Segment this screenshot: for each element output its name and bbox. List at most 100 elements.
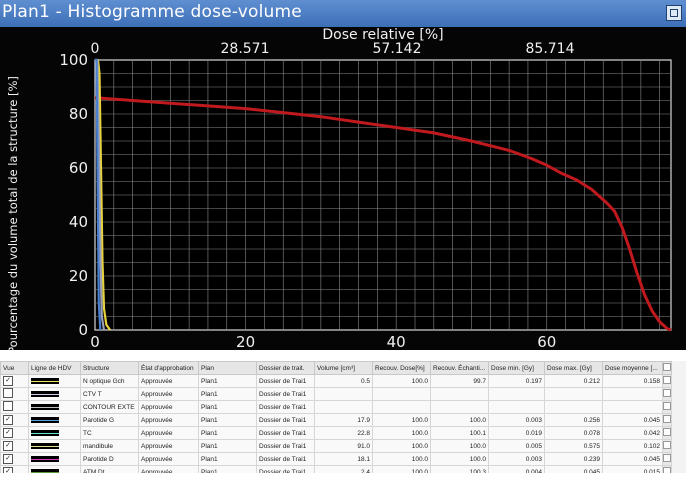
structure-table-panel: Vue Ligne de HDV Structure État d'approbati… (0, 361, 686, 473)
table-row[interactable]: CTV T Approuvée Plan1 Dossier de Trai1 (0, 387, 672, 401)
table-cell: TC (80, 426, 139, 440)
top-axis-tick-label: 0 (91, 41, 100, 57)
y-tick-label: 60 (69, 159, 88, 177)
table-cell: 0.575 (544, 439, 603, 453)
dvh-line-swatch[interactable] (31, 377, 59, 384)
table-scrollbar-cell[interactable] (662, 374, 672, 388)
view-checkbox[interactable]: ✓ (3, 415, 13, 425)
table-cell: 0.042 (602, 426, 663, 440)
column-header[interactable]: Plan (198, 361, 257, 375)
view-checkbox[interactable]: ✓ (3, 428, 13, 438)
table-cell: Plan1 (198, 400, 257, 414)
table-cell: Dossier de Trai1 (256, 465, 315, 473)
dvh-line-swatch[interactable] (31, 403, 59, 410)
table-cell (372, 400, 431, 414)
table-cell: Dossier de Trai1 (256, 387, 315, 401)
table-row[interactable]: ✓ TC Approuvée Plan1 Dossier de Trai1 22.8 100… (0, 426, 672, 440)
dvh-line-swatch[interactable] (31, 468, 59, 473)
table-cell: Plan1 (198, 413, 257, 427)
table-row[interactable]: ✓ mandibule Approuvée Plan1 Dossier de Trai1… (0, 439, 672, 453)
table-row[interactable]: ✓ N optique Gch Approuvée Plan1 Dossier de T… (0, 374, 672, 388)
table-row[interactable]: ✓ Parotide G Approuvée Plan1 Dossier de Trai… (0, 413, 672, 427)
x-tick-label: 20 (236, 333, 255, 350)
view-checkbox[interactable]: ✓ (3, 467, 13, 473)
dvh-line-cell (28, 387, 81, 401)
column-header[interactable]: Dose moyenne [... (602, 361, 663, 375)
table-cell: 0.019 (488, 426, 545, 440)
table-cell: Approuvée (138, 400, 199, 414)
view-checkbox-cell: ✓ (0, 452, 29, 466)
table-cell: 100.0 (430, 452, 489, 466)
top-axis-tick-label: 57.142 (373, 41, 422, 57)
table-cell: 0.045 (544, 465, 603, 473)
column-header[interactable]: Structure (80, 361, 139, 375)
column-header[interactable]: Dose max. [Gy] (544, 361, 603, 375)
scroll-up-button[interactable] (662, 361, 672, 375)
dvh-line-swatch[interactable] (31, 442, 59, 449)
view-checkbox[interactable]: ✓ (3, 441, 13, 451)
dvh-line-cell (28, 426, 81, 440)
dvh-line-swatch[interactable] (31, 416, 59, 423)
table-cell (430, 400, 489, 414)
table-cell: 18.1 (314, 452, 373, 466)
column-header[interactable]: Ligne de HDV (28, 361, 81, 375)
view-checkbox[interactable] (3, 388, 13, 398)
column-header[interactable]: Recouv. Échanti... (430, 361, 489, 375)
table-cell: 100.3 (430, 465, 489, 473)
table-cell: 0.004 (488, 465, 545, 473)
table-cell: 100.0 (372, 465, 431, 473)
table-row[interactable]: ✓ ATM Dt Approuvée Plan1 Dossier de Trai1 2.4… (0, 465, 672, 473)
dvh-line-swatch[interactable] (31, 390, 59, 397)
table-cell: mandibule (80, 439, 139, 453)
view-checkbox-cell: ✓ (0, 413, 29, 427)
table-cell: 100.0 (372, 426, 431, 440)
view-checkbox[interactable] (3, 401, 13, 411)
top-axis-label: Dose relative [%] (322, 27, 443, 43)
table-cell: CTV T (80, 387, 139, 401)
table-cell: 100.0 (372, 452, 431, 466)
table-cell: 0.003 (488, 452, 545, 466)
table-cell: 100.0 (372, 439, 431, 453)
table-cell: ATM Dt (80, 465, 139, 473)
table-scrollbar-cell[interactable] (662, 400, 672, 414)
table-scrollbar-cell[interactable] (662, 465, 672, 473)
table-cell: 0.003 (488, 413, 545, 427)
column-header[interactable]: Vue (0, 361, 29, 375)
table-scrollbar-cell[interactable] (662, 439, 672, 453)
table-cell: 0.045 (602, 413, 663, 427)
table-cell (488, 400, 545, 414)
view-checkbox-cell (0, 400, 29, 414)
dvh-chart-svg: 0204060801000 20 40 600 28.571 57.142 85.714Do… (6, 27, 672, 350)
dvh-chart: 0 20 40 60 80 100 0 20 40 60 0 28.571 57.142 85.714 Do… (0, 27, 686, 350)
table-scrollbar-cell[interactable] (662, 452, 672, 466)
view-checkbox[interactable]: ✓ (3, 454, 13, 464)
column-header[interactable]: Volume [cm³] (314, 361, 373, 375)
table-cell: Plan1 (198, 426, 257, 440)
table-cell: 100.0 (430, 413, 489, 427)
view-checkbox-cell: ✓ (0, 426, 29, 440)
dvh-line-cell (28, 452, 81, 466)
dvh-line-cell (28, 465, 81, 473)
column-header[interactable]: Recouv. Dose[%] (372, 361, 431, 375)
column-header[interactable]: Dose min. [Gy] (488, 361, 545, 375)
table-row[interactable]: ✓ Parotide D Approuvée Plan1 Dossier de Trai… (0, 452, 672, 466)
table-cell: Approuvée (138, 374, 199, 388)
table-scrollbar-cell[interactable] (662, 413, 672, 427)
table-cell: Dossier de Trai1 (256, 426, 315, 440)
y-tick-label: 20 (69, 267, 88, 285)
table-cell: 0.158 (602, 374, 663, 388)
column-header[interactable]: État d'approbation (138, 361, 199, 375)
restore-window-button[interactable] (666, 5, 682, 21)
table-scrollbar-cell[interactable] (662, 387, 672, 401)
table-row[interactable]: CONTOUR EXTE Approuvée Plan1 Dossier de Tra… (0, 400, 672, 414)
table-scrollbar-cell[interactable] (662, 426, 672, 440)
restore-icon (670, 9, 678, 17)
table-cell: Plan1 (198, 439, 257, 453)
x-tick-label: 0 (90, 333, 100, 350)
dvh-line-swatch[interactable] (31, 429, 59, 436)
table-cell: Approuvée (138, 465, 199, 473)
dvh-line-swatch[interactable] (31, 455, 59, 462)
column-header[interactable]: Dossier de trait. (256, 361, 315, 375)
view-checkbox-cell: ✓ (0, 439, 29, 453)
view-checkbox[interactable]: ✓ (3, 376, 13, 386)
